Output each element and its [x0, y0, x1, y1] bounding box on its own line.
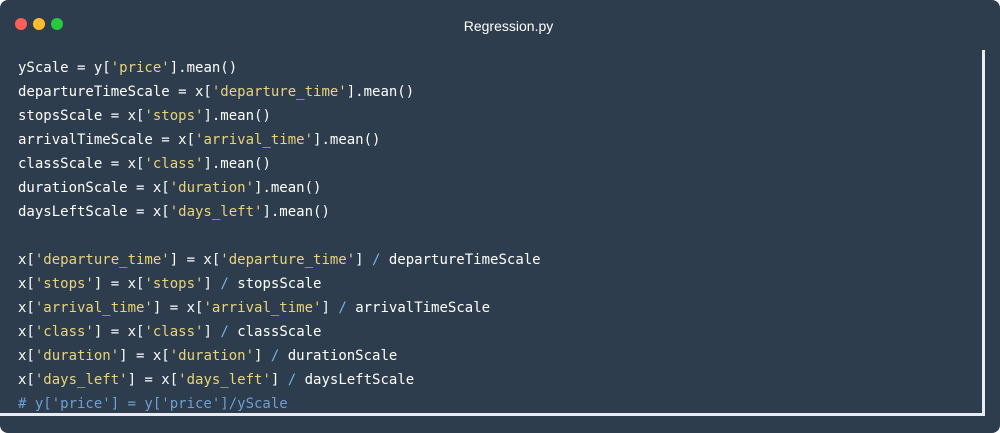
code-token: ] — [203, 324, 221, 340]
code-line: x['departure_time'] = x['departure_time'… — [18, 248, 541, 272]
code-panel: yScale = y['price'].mean() departureTimeS… — [0, 50, 985, 416]
window-title: Regression.py — [463, 18, 554, 34]
string-literal: 'class' — [144, 156, 204, 172]
code-token: ] — [254, 348, 271, 364]
code-line: x['duration'] = x['duration'] / duration… — [18, 344, 541, 368]
string-literal: 'days_left' — [34, 372, 128, 388]
code-token: ].mean() — [203, 108, 271, 124]
code-token: yScale = y[ — [18, 60, 111, 76]
string-literal: 'arrival_time' — [195, 132, 314, 148]
code-line: classScale = x['class'].mean() — [18, 152, 541, 176]
string-literal: 'departure_time' — [211, 84, 347, 100]
code-line: # y['price'] = y['price']/yScale — [18, 392, 541, 416]
code-token: ] = x[ — [152, 300, 204, 316]
code-token: x[ — [18, 348, 35, 364]
code-token: ] = x[ — [93, 276, 145, 292]
code-token: x[ — [18, 300, 35, 316]
code-token: x[ — [18, 276, 35, 292]
string-literal: 'price' — [110, 60, 170, 76]
code-token: ].mean() — [313, 132, 381, 148]
code-token: durationScale = x[ — [18, 180, 170, 196]
code-token: ] = x[ — [119, 348, 170, 364]
code-token: stopsScale = x[ — [18, 108, 145, 124]
code-token: x[ — [18, 324, 35, 340]
code-token: ] = x[ — [169, 252, 221, 268]
code-line: durationScale = x['duration'].mean() — [18, 176, 541, 200]
code-token: ].mean() — [169, 60, 238, 76]
code-token: ] — [270, 372, 288, 388]
operator: / — [287, 372, 297, 388]
code-token: ] — [203, 276, 221, 292]
code-token: ].mean() — [262, 204, 330, 220]
code-token: x[ — [18, 372, 35, 388]
code-line: x['arrival_time'] = x['arrival_time'] / … — [18, 296, 541, 320]
code-window: Regression.py yScale = y['price'].mean()… — [0, 0, 1000, 433]
code-token: classScale — [228, 324, 322, 340]
string-literal: 'departure_time' — [34, 252, 170, 268]
string-literal: 'class' — [34, 324, 94, 340]
string-literal: 'stops' — [144, 108, 204, 124]
code-token: stopsScale — [228, 276, 322, 292]
string-literal: 'arrival_time' — [34, 300, 153, 316]
code-token: ] — [355, 252, 373, 268]
code-token: classScale = x[ — [18, 156, 145, 172]
code-token: departureTimeScale — [380, 252, 541, 268]
title-bar: Regression.py — [0, 0, 1000, 50]
code-token: durationScale — [279, 348, 398, 364]
string-literal: 'arrival_time' — [203, 300, 322, 316]
code-line: yScale = y['price'].mean() — [18, 56, 541, 80]
string-literal: 'duration' — [169, 180, 255, 196]
string-literal: 'stops' — [144, 276, 204, 292]
code-line: daysLeftScale = x['days_left'].mean() — [18, 200, 541, 224]
string-literal: 'days_left' — [178, 372, 271, 388]
code-block: yScale = y['price'].mean() departureTimeS… — [18, 56, 541, 416]
code-line: departureTimeScale = x['departure_time']… — [18, 80, 541, 104]
string-literal: 'days_left' — [169, 204, 263, 220]
code-line: x['class'] = x['class'] / classScale — [18, 320, 541, 344]
code-token: ].mean() — [346, 84, 415, 100]
code-line: arrivalTimeScale = x['arrival_time'].mea… — [18, 128, 541, 152]
code-line: x['stops'] = x['stops'] / stopsScale — [18, 272, 541, 296]
string-literal: 'duration' — [169, 348, 255, 364]
code-token: ] — [321, 300, 339, 316]
operator: / — [220, 276, 229, 292]
code-token: ] = x[ — [93, 324, 145, 340]
code-token: departureTimeScale = x[ — [18, 84, 212, 100]
code-line: x['days_left'] = x['days_left'] / daysLe… — [18, 368, 541, 392]
string-literal: 'duration' — [34, 348, 120, 364]
comment: # y['price'] = y['price']/yScale — [18, 396, 288, 412]
code-token: arrivalTimeScale — [346, 300, 491, 316]
operator: / — [220, 324, 229, 340]
code-token: ].mean() — [254, 180, 322, 196]
code-token: x[ — [18, 252, 35, 268]
code-token: daysLeftScale — [296, 372, 415, 388]
code-token: ] = x[ — [127, 372, 179, 388]
string-literal: 'class' — [144, 324, 204, 340]
code-token: daysLeftScale = x[ — [18, 204, 170, 220]
code-line: stopsScale = x['stops'].mean() — [18, 104, 541, 128]
code-token: arrivalTimeScale = x[ — [18, 132, 196, 148]
code-token: ].mean() — [203, 156, 271, 172]
operator: / — [338, 300, 347, 316]
string-literal: 'departure_time' — [220, 252, 356, 268]
string-literal: 'stops' — [34, 276, 94, 292]
